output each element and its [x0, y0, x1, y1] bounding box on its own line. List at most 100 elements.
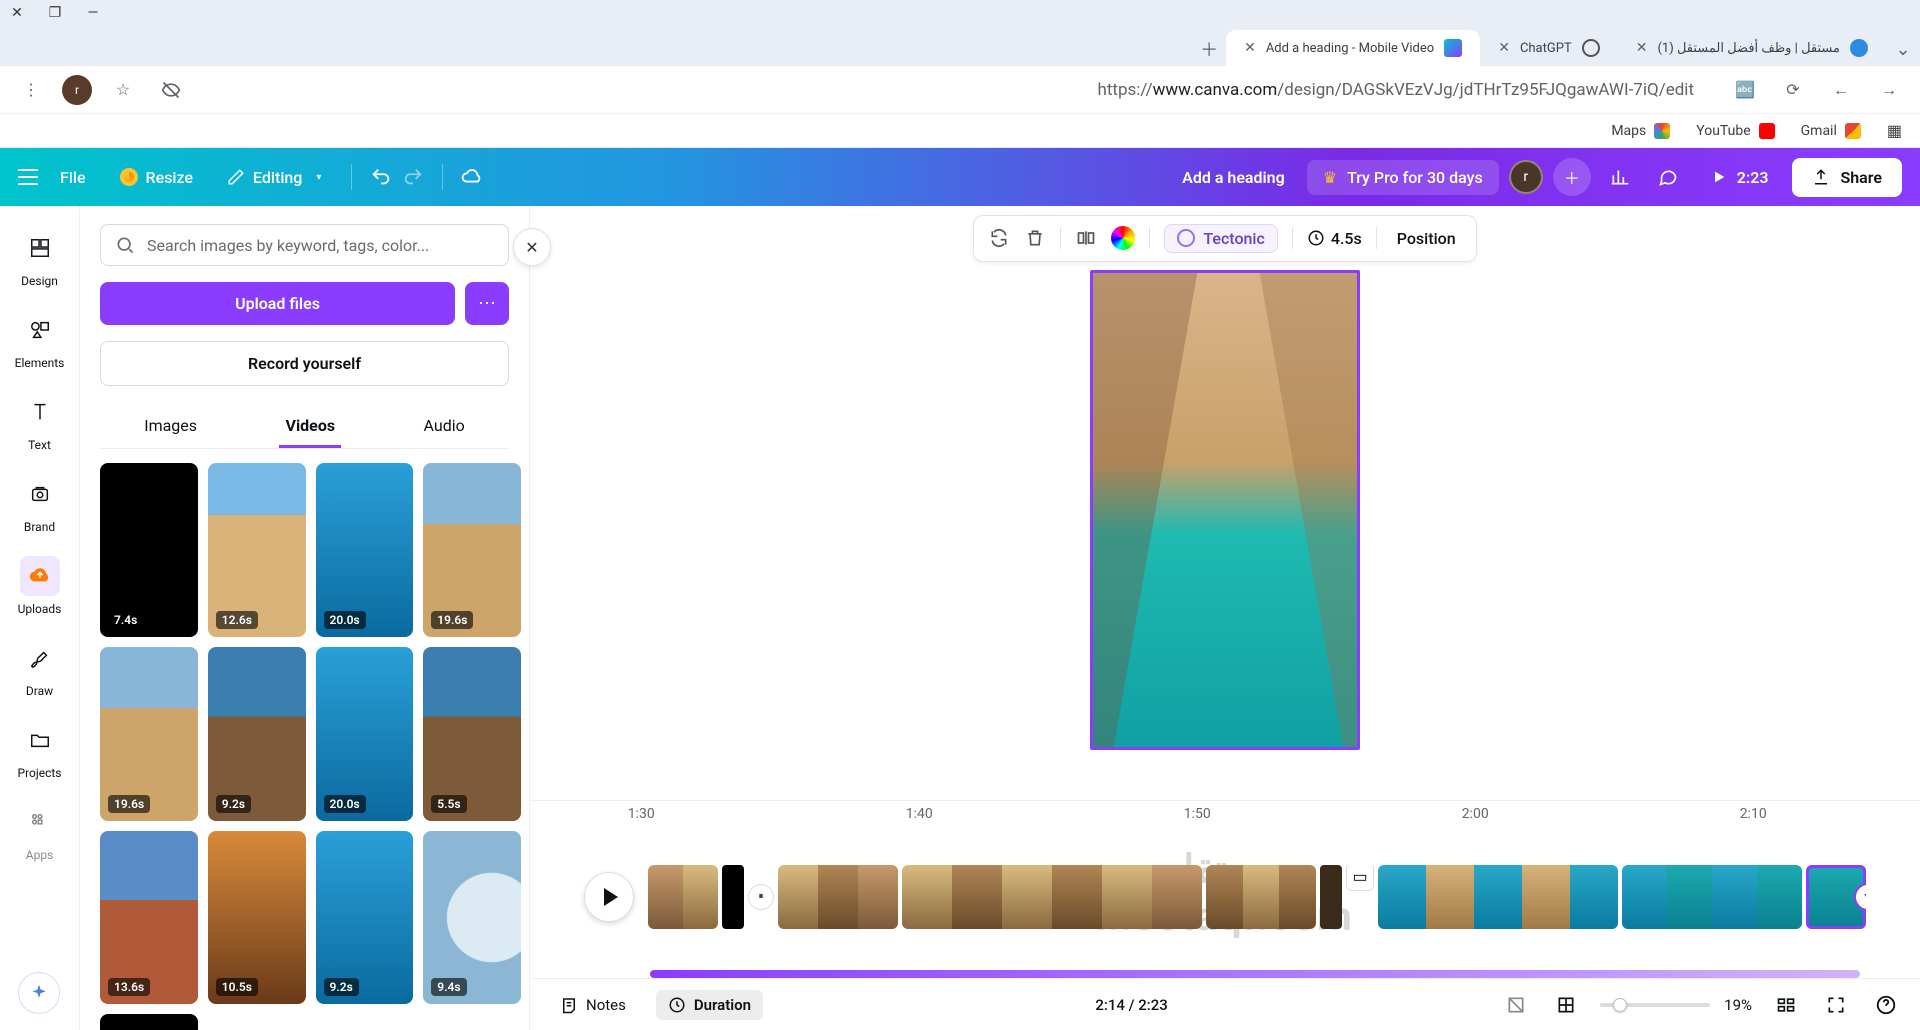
- duration-button[interactable]: Duration: [656, 990, 763, 1020]
- timeline-clip[interactable]: [722, 865, 744, 929]
- video-thumbnail[interactable]: 20.0s: [316, 463, 414, 637]
- transition-icon[interactable]: ▭: [1346, 865, 1374, 891]
- canvas-frame[interactable]: [1090, 270, 1360, 750]
- incognito-eye-icon[interactable]: [154, 73, 188, 107]
- video-thumbnail[interactable]: 5.5s: [423, 647, 521, 821]
- close-icon[interactable]: ✕: [1498, 40, 1510, 56]
- timeline-scrubber[interactable]: [650, 970, 1860, 978]
- bookmark-star-icon[interactable]: ☆: [106, 73, 140, 107]
- menu-icon[interactable]: [18, 169, 38, 185]
- undo-icon[interactable]: [370, 166, 392, 188]
- panel-tab-images[interactable]: Images: [138, 406, 203, 448]
- timeline-clip[interactable]: [1206, 865, 1316, 929]
- nav-apps[interactable]: Apps: [5, 794, 75, 870]
- resize-button[interactable]: Resize: [108, 162, 205, 193]
- document-title[interactable]: Add a heading: [1170, 162, 1297, 193]
- thumbnail-scroll[interactable]: 7.4s12.6s20.0s19.6s19.6s9.2s20.0s5.5s13.…: [80, 449, 529, 1030]
- close-icon[interactable]: ✕: [1636, 40, 1648, 56]
- delete-icon[interactable]: [1024, 227, 1046, 249]
- timeline-clip[interactable]: [1378, 865, 1618, 929]
- pause-marker-icon[interactable]: ⏸: [748, 884, 774, 910]
- add-collaborator-button[interactable]: ＋: [1553, 158, 1591, 196]
- nav-text[interactable]: Text: [5, 384, 75, 460]
- notes-button[interactable]: Notes: [548, 990, 638, 1020]
- timeline-play-button[interactable]: [584, 872, 634, 922]
- video-thumbnail[interactable]: 20.0s: [316, 647, 414, 821]
- thumbnail-view-icon[interactable]: [1770, 989, 1802, 1021]
- nav-draw[interactable]: Draw: [5, 630, 75, 706]
- nav-uploads[interactable]: Uploads: [5, 548, 75, 624]
- translate-icon[interactable]: 🔤: [1728, 73, 1762, 107]
- bookmark-youtube[interactable]: YouTube: [1696, 123, 1774, 139]
- video-thumbnail[interactable]: 12.6s: [208, 463, 306, 637]
- video-thumbnail[interactable]: 10.5s: [208, 831, 306, 1005]
- color-wheel-icon[interactable]: [1111, 226, 1135, 250]
- timeline-track[interactable]: ⏸ ▭ 4.5s: [530, 827, 1920, 966]
- timeline-clip[interactable]: [902, 865, 1202, 929]
- reload-icon[interactable]: ⟳: [1776, 73, 1810, 107]
- new-tab-button[interactable]: ＋: [1192, 32, 1226, 66]
- video-thumbnail[interactable]: 9.4s: [423, 831, 521, 1005]
- comments-icon[interactable]: [1649, 158, 1687, 196]
- browser-tab-chatgpt[interactable]: ✕ ChatGPT: [1480, 30, 1618, 66]
- zoom-control[interactable]: 19%: [1600, 996, 1752, 1014]
- replace-icon[interactable]: [988, 227, 1010, 249]
- split-icon[interactable]: [1075, 227, 1097, 249]
- all-bookmarks-icon[interactable]: ▦: [1887, 121, 1902, 140]
- browser-profile-avatar[interactable]: r: [62, 75, 92, 105]
- nav-back-icon[interactable]: ←: [1824, 73, 1858, 107]
- win-min-icon[interactable]: —: [84, 4, 102, 22]
- user-avatar[interactable]: r: [1509, 160, 1543, 194]
- animation-chip[interactable]: Tectonic: [1164, 224, 1277, 253]
- nav-projects[interactable]: Projects: [5, 712, 75, 788]
- upload-files-button[interactable]: Upload files: [100, 282, 455, 325]
- file-menu[interactable]: File: [48, 162, 98, 193]
- redo-icon[interactable]: [402, 166, 424, 188]
- video-thumbnail[interactable]: [100, 1014, 198, 1030]
- nav-design[interactable]: Design: [5, 220, 75, 296]
- panel-tab-audio[interactable]: Audio: [418, 406, 471, 448]
- browser-tab-canva[interactable]: ✕ Add a heading - Mobile Video: [1226, 30, 1480, 66]
- timeline-clip[interactable]: [1320, 865, 1342, 929]
- timeline-clip[interactable]: [778, 865, 898, 929]
- analytics-icon[interactable]: [1601, 158, 1639, 196]
- grid-on-icon[interactable]: [1550, 989, 1582, 1021]
- video-thumbnail[interactable]: 9.2s: [316, 831, 414, 1005]
- address-url[interactable]: https://www.canva.com/design/DAGSkVEzVJg…: [202, 80, 1714, 100]
- timeline-clip-selected[interactable]: 4.5s: [1806, 865, 1866, 929]
- tabs-overflow-button[interactable]: ⌄: [1886, 32, 1920, 66]
- nav-forward-icon[interactable]: →: [1872, 73, 1906, 107]
- bookmark-maps[interactable]: Maps: [1611, 123, 1670, 139]
- record-yourself-button[interactable]: Record yourself: [100, 341, 509, 386]
- magic-ai-button[interactable]: [18, 972, 60, 1014]
- browser-tab-mostaql[interactable]: ✕ (1) مستقل | وظف أفضل المستقل: [1618, 30, 1886, 66]
- win-close-icon[interactable]: ✕: [8, 4, 26, 22]
- bookmark-gmail[interactable]: Gmail: [1801, 123, 1861, 139]
- try-pro-button[interactable]: ♛ Try Pro for 30 days: [1307, 160, 1499, 195]
- close-icon[interactable]: ✕: [1244, 40, 1256, 56]
- editing-mode-dropdown[interactable]: Editing: [215, 162, 333, 193]
- position-button[interactable]: Position: [1391, 229, 1462, 248]
- time-ruler[interactable]: 1:30 1:40 1:50 2:00 2:10: [530, 801, 1920, 827]
- video-thumbnail[interactable]: 13.6s: [100, 831, 198, 1005]
- panel-tab-videos[interactable]: Videos: [279, 406, 341, 448]
- cloud-sync-icon[interactable]: [461, 166, 483, 188]
- grid-off-icon[interactable]: [1500, 989, 1532, 1021]
- video-thumbnail[interactable]: 19.6s: [423, 463, 521, 637]
- video-thumbnail[interactable]: 7.4s: [100, 463, 198, 637]
- zoom-slider-knob[interactable]: [1613, 998, 1627, 1012]
- video-thumbnail[interactable]: 19.6s: [100, 647, 198, 821]
- preview-play-button[interactable]: 2:23: [1697, 162, 1783, 193]
- zoom-slider[interactable]: [1600, 1003, 1710, 1007]
- share-button[interactable]: Share: [1792, 158, 1902, 197]
- search-input[interactable]: Search images by keyword, tags, color...: [100, 224, 509, 266]
- video-thumbnail[interactable]: 9.2s: [208, 647, 306, 821]
- nav-brand[interactable]: Brand: [5, 466, 75, 542]
- browser-menu-icon[interactable]: ⋮: [14, 73, 48, 107]
- canvas-wrap[interactable]: مستقل mostaql.com: [530, 260, 1920, 800]
- win-restore-icon[interactable]: ❐: [46, 4, 64, 22]
- help-icon[interactable]: [1870, 989, 1902, 1021]
- upload-more-button[interactable]: ⋯: [465, 282, 509, 325]
- clip-duration-control[interactable]: 4.5s: [1307, 229, 1362, 248]
- timeline-clip[interactable]: [1622, 865, 1802, 929]
